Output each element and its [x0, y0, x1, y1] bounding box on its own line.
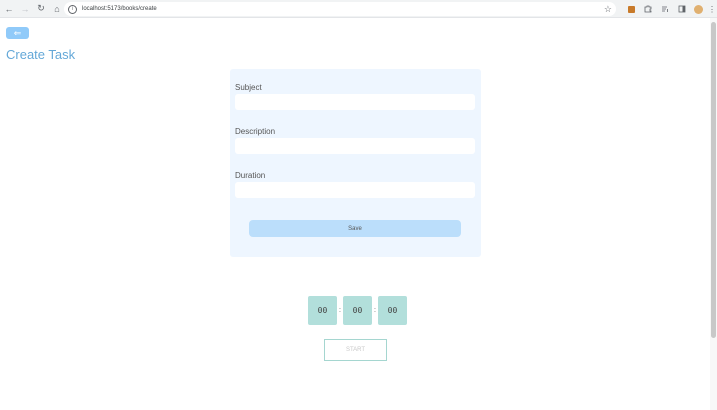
browser-menu-icon[interactable]: ⋮ — [708, 5, 716, 14]
subject-label: Subject — [235, 83, 262, 92]
duration-label: Duration — [235, 171, 266, 180]
address-bar[interactable]: i localhost:5173/books/create ☆ — [64, 2, 616, 16]
reload-icon[interactable]: ↻ — [34, 2, 48, 16]
url-text[interactable]: localhost:5173/books/create — [82, 6, 157, 12]
timer-seconds: 00 — [378, 296, 407, 325]
browser-toolbar: ← → ↻ ⌂ i localhost:5173/books/create ☆ … — [0, 0, 717, 18]
description-label: Description — [235, 127, 276, 136]
timer-hours: 00 — [308, 296, 337, 325]
save-button[interactable]: Save — [249, 220, 461, 237]
description-input[interactable] — [235, 138, 475, 154]
create-task-form: Subject Description Duration Save — [230, 69, 481, 257]
back-button[interactable]: ⇐ — [6, 27, 29, 39]
scrollbar-thumb[interactable] — [711, 22, 716, 338]
puzzle-extensions-icon[interactable] — [644, 5, 652, 13]
page-title: Create Task — [6, 47, 76, 62]
extensions-area: ⋮ — [618, 2, 716, 16]
media-controls-icon[interactable] — [661, 5, 669, 13]
bookmark-star-icon[interactable]: ☆ — [604, 3, 612, 15]
page-scrollbar[interactable] — [710, 18, 717, 410]
countdown-timer: 00 : 00 : 00 — [308, 296, 407, 325]
profile-avatar[interactable] — [694, 4, 703, 14]
duration-input[interactable] — [235, 182, 475, 198]
forward-arrow-icon[interactable]: → — [18, 2, 32, 16]
timer-minutes: 00 — [343, 296, 372, 325]
start-button[interactable]: START — [324, 339, 387, 361]
side-panel-icon[interactable] — [678, 5, 686, 13]
home-icon[interactable]: ⌂ — [50, 2, 64, 16]
subject-input[interactable] — [235, 94, 475, 110]
extension-icon[interactable] — [627, 5, 635, 13]
site-info-icon[interactable]: i — [68, 4, 77, 14]
back-arrow-icon[interactable]: ← — [2, 2, 16, 16]
